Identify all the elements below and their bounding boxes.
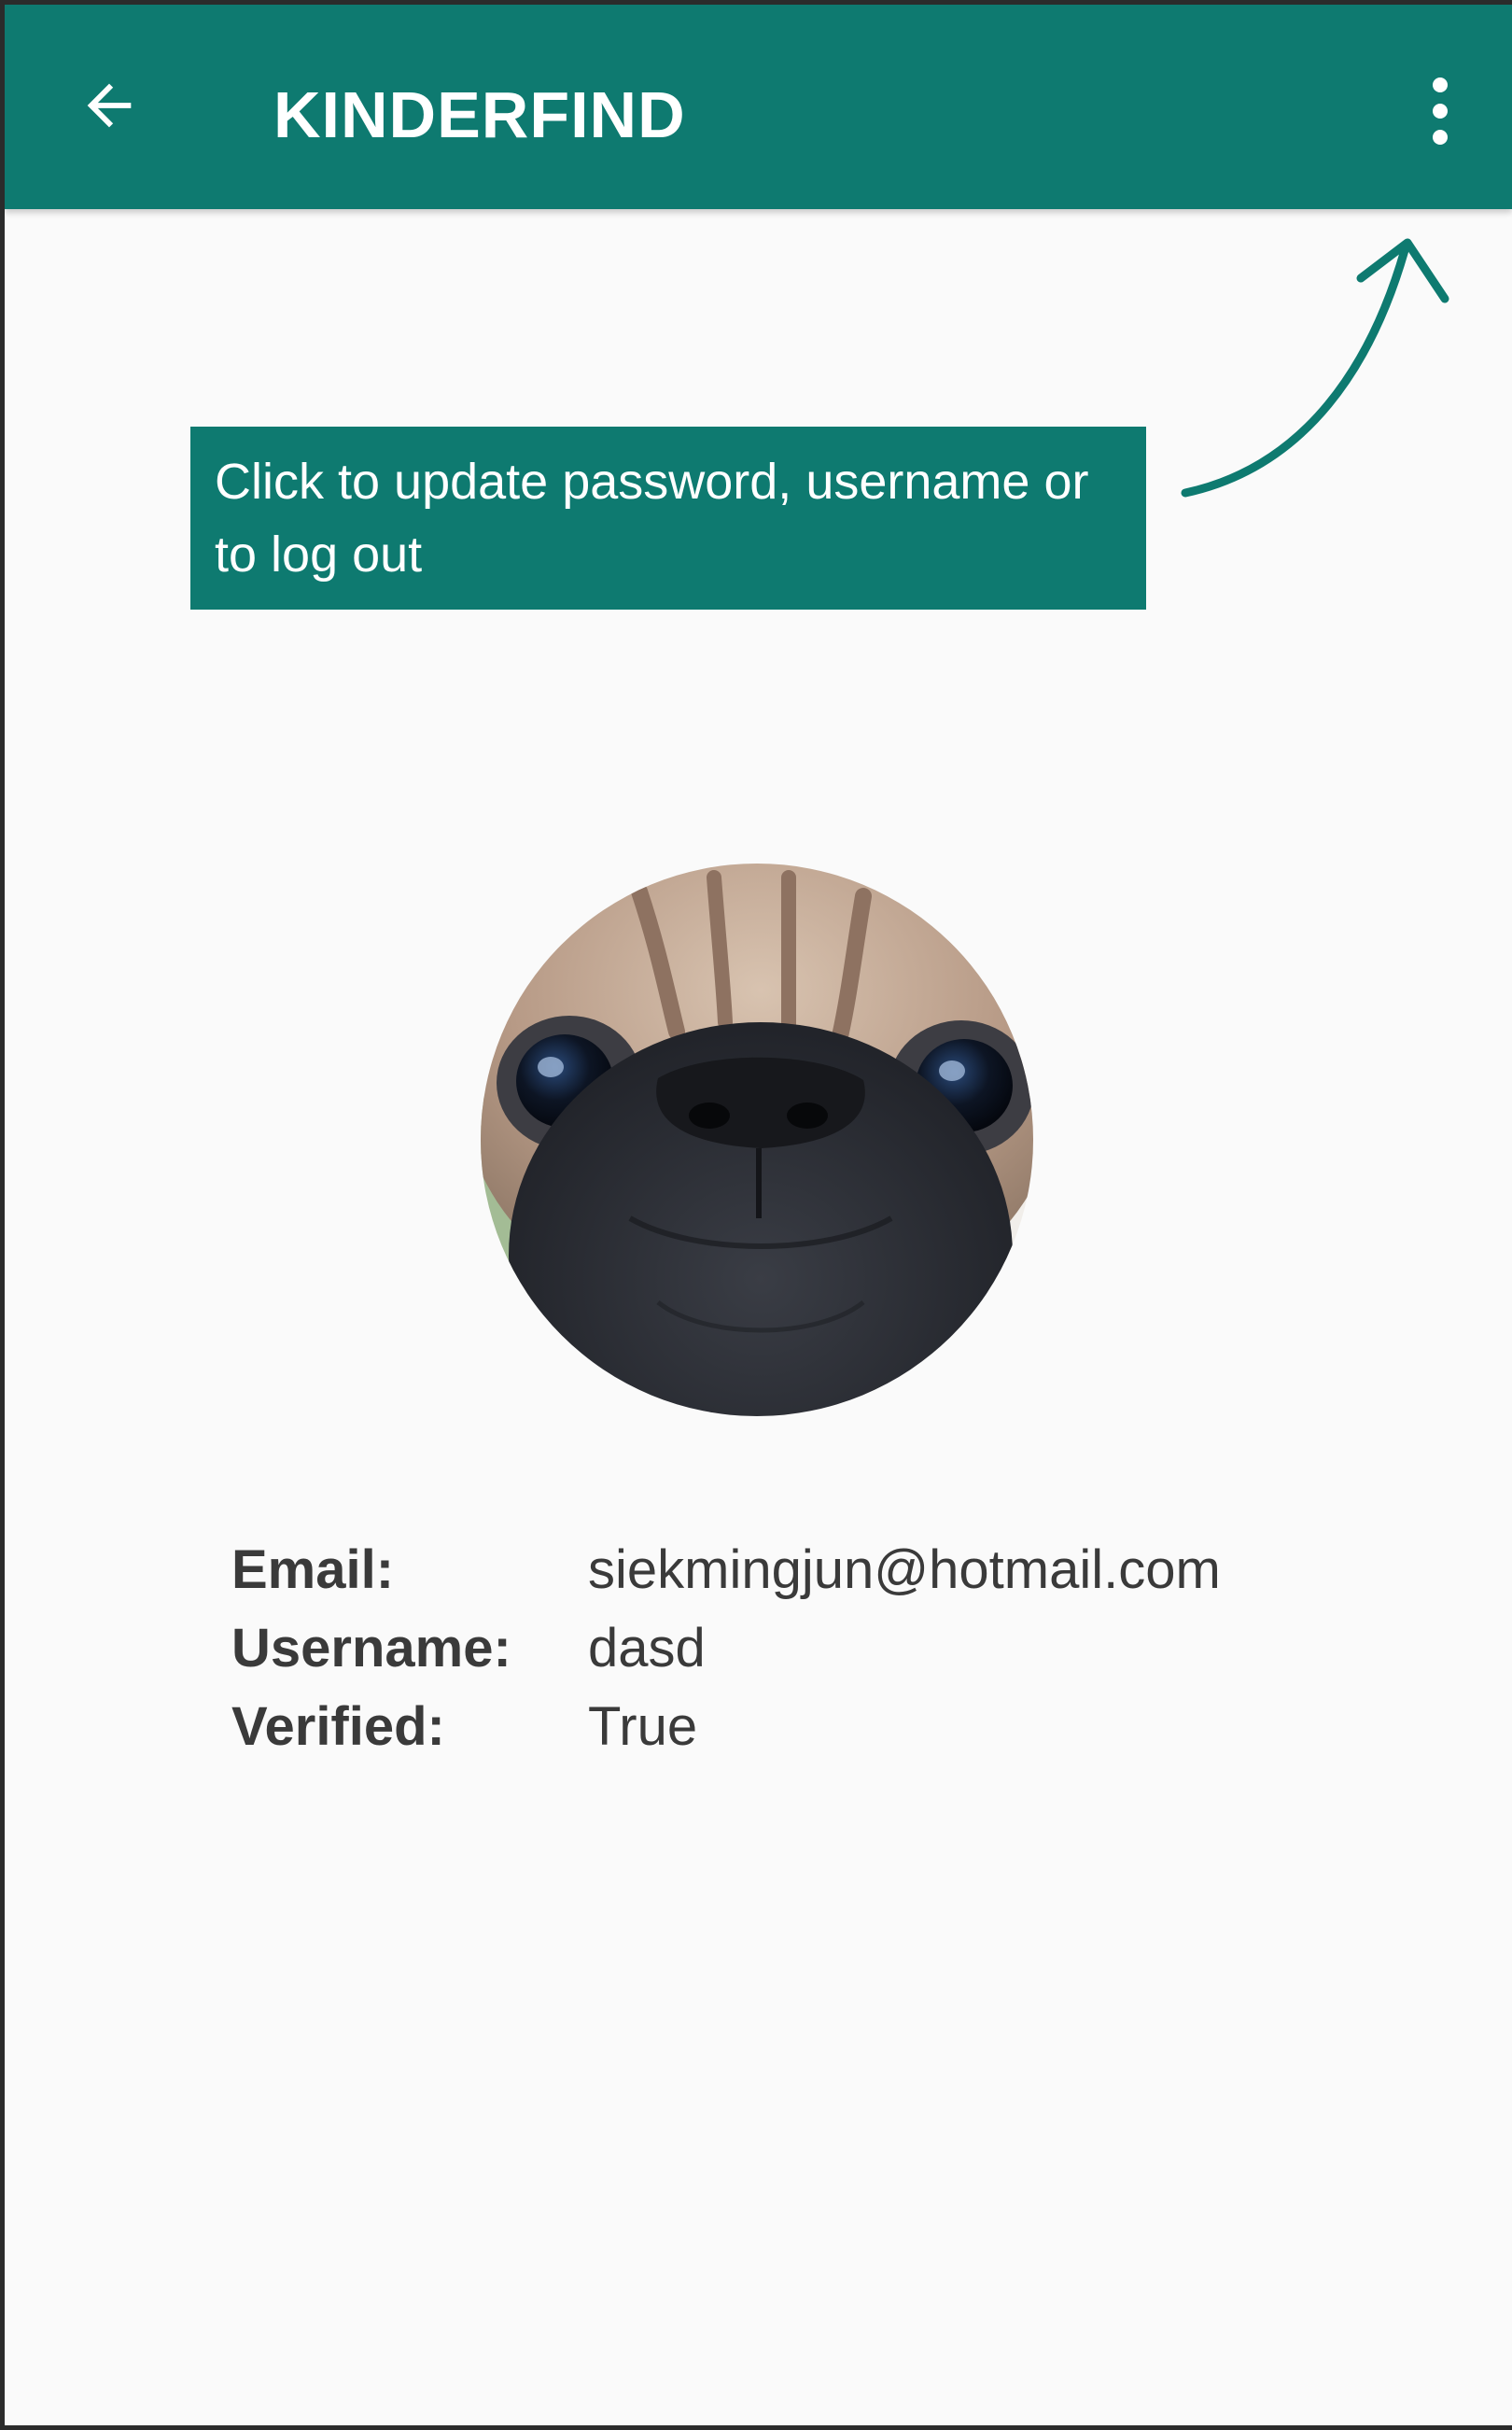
- username-label: Username:: [231, 1618, 511, 1679]
- verified-value: True: [588, 1696, 698, 1757]
- verified-label: Verified:: [231, 1696, 445, 1757]
- app-bar: KINDERFIND: [5, 5, 1512, 209]
- hint-text: Click to update password, username or to…: [215, 454, 1089, 583]
- pug-avatar: [481, 864, 1033, 1416]
- arrow-left-icon: [87, 83, 132, 128]
- hint-tooltip: Click to update password, username or to…: [190, 427, 1146, 610]
- more-vertical-icon: [1433, 77, 1448, 145]
- back-button[interactable]: [64, 61, 154, 150]
- overflow-menu-button[interactable]: [1395, 64, 1485, 158]
- email-value: siekmingjun@hotmail.com: [588, 1539, 1221, 1600]
- app-title: KINDERFIND: [273, 78, 686, 151]
- username-value: dasd: [588, 1618, 706, 1679]
- profile-avatar: [481, 864, 1033, 1416]
- email-label: Email:: [231, 1539, 395, 1600]
